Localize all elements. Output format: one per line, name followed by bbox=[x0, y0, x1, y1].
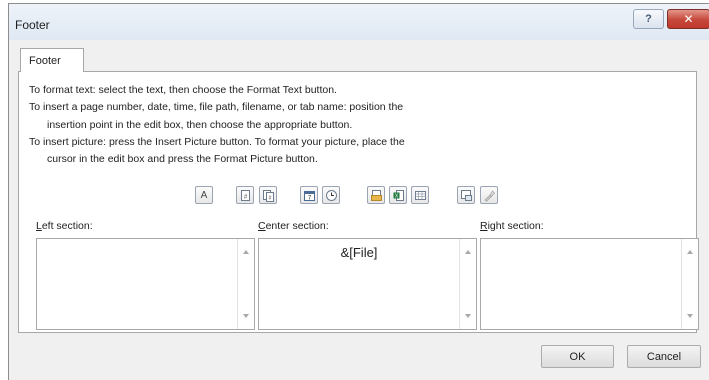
instruction-line: cursor in the edit box and press the For… bbox=[47, 153, 318, 166]
center-section-editbox[interactable]: &[File] bbox=[258, 238, 477, 330]
ok-button[interactable]: OK bbox=[541, 345, 614, 368]
page-number-icon: # bbox=[240, 189, 250, 201]
date-icon: 7 bbox=[303, 190, 315, 201]
center-section-label: Center section: bbox=[258, 220, 329, 232]
format-text-button[interactable]: A bbox=[195, 186, 213, 204]
help-button[interactable]: ? bbox=[633, 9, 664, 29]
scroll-down-arrow-icon[interactable] bbox=[243, 314, 249, 318]
scroll-down-arrow-icon[interactable] bbox=[687, 314, 693, 318]
format-picture-button[interactable] bbox=[480, 186, 498, 204]
insert-number-of-pages-button[interactable]: # bbox=[259, 186, 277, 204]
number-of-pages-icon: # bbox=[262, 189, 274, 202]
scroll-up-arrow-icon[interactable] bbox=[687, 250, 693, 254]
insert-page-number-button[interactable]: # bbox=[236, 186, 254, 204]
svg-text:#: # bbox=[268, 195, 271, 201]
instruction-line: To insert a page number, date, time, fil… bbox=[29, 101, 404, 114]
instruction-line: To format text: select the text, then ch… bbox=[29, 84, 337, 96]
time-icon bbox=[325, 189, 337, 201]
title-bar: Footer ? ✕ bbox=[9, 4, 709, 40]
insert-file-name-button[interactable]: X bbox=[389, 186, 407, 204]
insert-file-path-button[interactable] bbox=[367, 186, 385, 204]
instruction-line: To insert picture: press the Insert Pict… bbox=[29, 135, 405, 148]
instruction-line: insertion point in the edit box, then ch… bbox=[47, 118, 353, 131]
scroll-up-arrow-icon[interactable] bbox=[243, 250, 249, 254]
file-name-icon: X bbox=[393, 189, 404, 201]
format-text-icon: A bbox=[200, 189, 208, 201]
close-button[interactable]: ✕ bbox=[667, 9, 709, 29]
close-icon: ✕ bbox=[683, 12, 694, 26]
center-section-scrollbar[interactable] bbox=[459, 239, 476, 329]
right-section-scrollbar[interactable] bbox=[681, 239, 698, 329]
cancel-button[interactable]: Cancel bbox=[627, 345, 701, 368]
sheet-name-icon bbox=[414, 190, 426, 200]
footer-panel: To format text: select the text, then ch… bbox=[18, 71, 699, 333]
left-section-scrollbar[interactable] bbox=[237, 239, 254, 329]
insert-sheet-name-button[interactable] bbox=[411, 186, 429, 204]
dialog-title: Footer bbox=[15, 18, 50, 32]
insert-date-button[interactable]: 7 bbox=[300, 186, 318, 204]
center-section-text[interactable]: &[File] bbox=[259, 245, 459, 260]
help-icon: ? bbox=[645, 13, 652, 25]
format-picture-icon bbox=[484, 190, 495, 202]
insert-picture-button[interactable] bbox=[457, 186, 475, 204]
instructions: To format text: select the text, then ch… bbox=[29, 82, 405, 168]
right-section-editbox[interactable] bbox=[480, 238, 699, 330]
left-section-editbox[interactable] bbox=[36, 238, 255, 330]
insert-picture-icon bbox=[460, 189, 472, 201]
right-section-label: Right section: bbox=[480, 220, 544, 232]
scroll-down-arrow-icon[interactable] bbox=[465, 314, 471, 318]
file-path-icon bbox=[370, 189, 382, 201]
tab-footer[interactable]: Footer bbox=[20, 48, 84, 72]
left-section-label: Left section: bbox=[36, 220, 93, 232]
insert-time-button[interactable] bbox=[322, 186, 340, 204]
scroll-up-arrow-icon[interactable] bbox=[465, 250, 471, 254]
